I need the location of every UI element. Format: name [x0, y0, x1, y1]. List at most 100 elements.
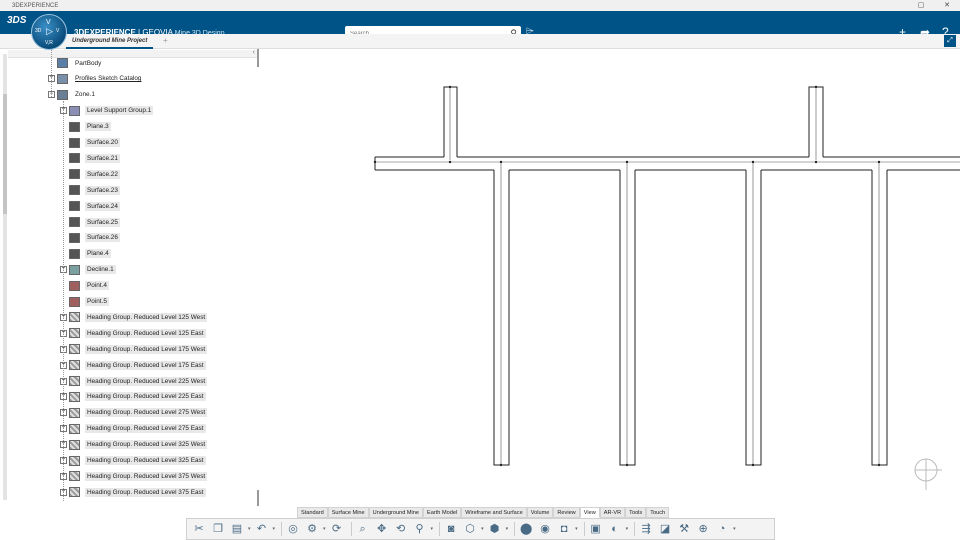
rotate-icon[interactable]: ⟳ — [329, 521, 345, 537]
annotation-dropdown-icon[interactable]: ▾ — [733, 526, 736, 532]
view-navigator-icon[interactable] — [914, 458, 942, 490]
tree-item[interactable]: + Profiles Sketch Catalog — [48, 73, 143, 85]
tree-item-label[interactable]: Plane.3 — [85, 122, 111, 132]
tab-volume[interactable]: Volume — [526, 507, 554, 518]
camera-dropdown-icon[interactable]: ▾ — [575, 526, 578, 532]
tree-item-label[interactable]: Decline.1 — [85, 265, 116, 275]
add-tab-icon[interactable]: + — [163, 34, 168, 48]
tab-standard[interactable]: Standard — [297, 507, 328, 518]
tree-item-label[interactable]: Heading Group. Reduced Level 175 East — [85, 360, 206, 370]
undo-dropdown-icon[interactable]: ▾ — [273, 526, 276, 532]
export-icon[interactable]: ⇶ — [638, 521, 654, 537]
close-icon[interactable]: ✕ — [938, 0, 956, 11]
tree-item-label[interactable]: Heading Group. Reduced Level 325 East — [85, 456, 206, 465]
isometric-view-icon[interactable]: ⬢ — [487, 521, 503, 537]
copy-icon[interactable]: ❐ — [210, 521, 226, 537]
tree-item-label[interactable]: Heading Group. Reduced Level 325 West — [85, 440, 208, 450]
tree-item[interactable]: Surface.22 — [60, 168, 120, 180]
tree-item-label[interactable]: Point.5 — [85, 297, 109, 306]
play-icon[interactable]: ▷ — [46, 26, 53, 37]
undo-icon[interactable]: ↶ — [254, 521, 270, 537]
tab-review[interactable]: Review — [553, 507, 580, 518]
tree-item[interactable]: Plane.4 — [60, 248, 111, 260]
tree-item[interactable]: − Zone.1 — [48, 89, 97, 101]
tab-tools[interactable]: Tools — [625, 507, 647, 518]
annotation-icon[interactable]: ◔ — [714, 521, 730, 537]
capture-icon[interactable]: ◙ — [443, 521, 459, 537]
tab-earth-model[interactable]: Earth Model — [423, 507, 462, 518]
tree-item-label[interactable]: Point.4 — [85, 281, 109, 291]
zoom-area-icon[interactable]: ⚲ — [412, 521, 428, 537]
globe-icon[interactable]: ⊕ — [695, 521, 711, 537]
tree-item-label[interactable]: Heading Group. Reduced Level 275 West — [85, 408, 208, 418]
hide-show-icon[interactable]: ▣ — [588, 521, 604, 537]
tree-item[interactable]: + Heading Group. Reduced Level 175 West — [60, 343, 208, 355]
tree-item-label[interactable]: Heading Group. Reduced Level 175 West — [85, 344, 208, 354]
tree-item[interactable]: + Heading Group. Reduced Level 275 East — [60, 423, 206, 435]
settings-icon[interactable]: ⚙ — [304, 521, 320, 537]
lighting-icon[interactable]: ◉ — [537, 521, 553, 537]
tree-item-label[interactable]: Zone.1 — [73, 90, 97, 99]
tab-underground-mine[interactable]: Underground Mine — [368, 507, 424, 518]
tree-item-label[interactable]: Surface.23 — [85, 185, 120, 195]
tree-item[interactable]: Surface.20 — [60, 137, 120, 149]
tree-item-label[interactable]: Plane.4 — [85, 249, 111, 259]
tree-item-label[interactable]: Heading Group. Reduced Level 125 West — [85, 312, 208, 322]
view-cube-icon[interactable]: ⬡ — [462, 521, 478, 537]
tree-item[interactable]: Point.4 — [60, 280, 109, 292]
tree-item-label[interactable]: Level Support Group.1 — [85, 106, 154, 116]
tree-item[interactable]: + Heading Group. Reduced Level 175 East — [60, 359, 206, 371]
tree-item[interactable]: + Heading Group. Reduced Level 375 West — [60, 470, 208, 482]
tree-item-label[interactable]: Heading Group. Reduced Level 225 East — [85, 392, 206, 402]
zoom-icon[interactable]: ⌕ — [355, 521, 371, 537]
zoom-dropdown-icon[interactable]: ▾ — [431, 526, 434, 532]
tree-item[interactable]: Plane.3 — [60, 121, 111, 133]
ds-logo-icon[interactable]: 3DS — [7, 15, 26, 31]
tab-touch[interactable]: Touch — [646, 507, 670, 518]
tree-item[interactable]: Surface.23 — [60, 184, 120, 196]
tree-item-label[interactable]: Heading Group. Reduced Level 225 West — [85, 376, 208, 386]
tree-item-label[interactable]: Profiles Sketch Catalog — [73, 74, 143, 83]
tree-item[interactable]: + Heading Group. Reduced Level 125 West — [60, 311, 208, 323]
tree-item[interactable]: Point.5 — [60, 296, 109, 308]
tree-item[interactable]: + Heading Group. Reduced Level 275 West — [60, 407, 208, 419]
tree-item[interactable]: Surface.26 — [60, 232, 120, 244]
cut-icon[interactable]: ✂ — [191, 521, 207, 537]
pan-icon[interactable]: ✥ — [374, 521, 390, 537]
tree-item[interactable]: Surface.25 — [60, 216, 120, 228]
tree-item-label[interactable]: Surface.24 — [85, 201, 120, 211]
tab-view[interactable]: View — [579, 507, 600, 518]
tree-item[interactable]: + Heading Group. Reduced Level 125 East — [60, 327, 206, 339]
3d-viewport[interactable] — [260, 50, 960, 505]
view-dropdown-icon[interactable]: ▾ — [481, 526, 484, 532]
tree-item[interactable]: + Heading Group. Reduced Level 375 East — [60, 486, 206, 498]
tree-item[interactable]: + Level Support Group.1 — [60, 105, 154, 117]
tab-wireframe-and-surface[interactable]: Wireframe and Surface — [461, 507, 527, 518]
tree-item-label[interactable]: Heading Group. Reduced Level 275 East — [85, 424, 206, 434]
tree-item-label[interactable]: Heading Group. Reduced Level 125 East — [85, 328, 206, 338]
tree-item-label[interactable]: Heading Group. Reduced Level 375 East — [85, 487, 206, 497]
tree-item[interactable]: Surface.21 — [60, 152, 120, 164]
tree-item[interactable]: + Heading Group. Reduced Level 225 East — [60, 391, 206, 403]
tree-item-label[interactable]: Surface.26 — [85, 233, 120, 243]
tree-item[interactable]: + Heading Group. Reduced Level 225 West — [60, 375, 208, 387]
visibility-icon[interactable]: ◐ — [607, 521, 623, 537]
visibility-dropdown-icon[interactable]: ▾ — [626, 526, 629, 532]
tree-item-label[interactable]: Surface.21 — [85, 153, 120, 163]
tree-item-label[interactable]: Surface.22 — [85, 169, 120, 179]
settings-dropdown-icon[interactable]: ▾ — [323, 526, 326, 532]
tree-item[interactable]: + Heading Group. Reduced Level 325 West — [60, 439, 208, 451]
fit-all-icon[interactable]: ⤢ — [944, 35, 956, 47]
tree-item-label[interactable]: Surface.20 — [85, 138, 120, 147]
section-icon[interactable]: ◪ — [657, 521, 673, 537]
restore-icon[interactable]: ▢ — [912, 0, 930, 11]
tree-item[interactable]: + Decline.1 — [60, 264, 116, 276]
tree-item-label[interactable]: Surface.25 — [85, 217, 120, 227]
tree-item-label[interactable]: Heading Group. Reduced Level 375 West — [85, 471, 208, 481]
paste-dropdown-icon[interactable]: ▾ — [248, 526, 251, 532]
tab-ar-vr[interactable]: AR-VR — [599, 507, 626, 518]
fit-all-in-icon[interactable]: ◎ — [285, 521, 301, 537]
paste-icon[interactable]: ▤ — [229, 521, 245, 537]
tree-item[interactable]: Surface.24 — [60, 200, 120, 212]
camera-icon[interactable]: ◘ — [556, 521, 572, 537]
